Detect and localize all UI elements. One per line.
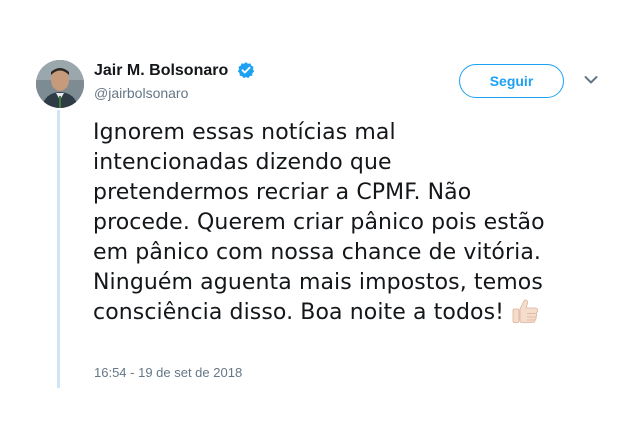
profile-photo-icon [36,60,84,108]
tweet-line: Ninguém aguenta mais impostos, temos [93,270,543,295]
tweet-line: pretendermos recriar a CPMF. Não [93,180,472,205]
tweet-text: Ignorem essas notícias mal intencionadas… [93,118,628,328]
thread-line [57,110,60,388]
tweet-card: Jair M. Bolsonaro @jairbolsonaro Seguir … [0,0,636,424]
tweet-line: em pânico com nossa chance de vitória. [93,240,542,265]
tweet-line: Ignorem essas notícias mal [93,120,396,145]
tweet-line-last: consciência disso. Boa noite a todos! [93,298,628,328]
tweet-line: procede. Querem criar pânico pois estão [93,210,545,235]
tweet-line-text: consciência disso. Boa noite a todos! [93,300,505,325]
tweet-line: intencionadas dizendo que [93,150,392,175]
avatar[interactable] [36,60,84,108]
username[interactable]: @jairbolsonaro [94,85,255,101]
display-name[interactable]: Jair M. Bolsonaro [94,62,228,80]
chevron-down-icon[interactable] [584,75,598,85]
timestamp[interactable]: 16:54 - 19 de set de 2018 [94,365,242,380]
thumbs-up-icon [512,299,539,323]
author-header: Jair M. Bolsonaro @jairbolsonaro [94,62,255,101]
follow-button[interactable]: Seguir [459,64,564,98]
verified-badge-icon [237,62,254,79]
